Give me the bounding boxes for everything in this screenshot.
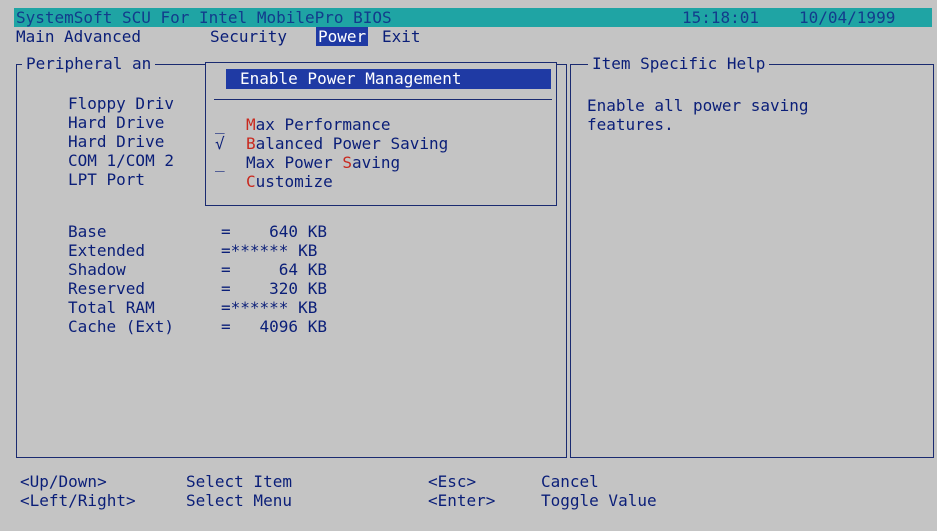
footer-action-toggle-value: Toggle Value	[541, 491, 657, 510]
memory-cache-label: Cache (Ext)	[68, 317, 174, 336]
footer-key-leftright: <Left/Right>	[20, 491, 136, 510]
clock-time: 15:18:01	[682, 8, 760, 27]
footer-key-updown: <Up/Down>	[20, 472, 107, 491]
enable-power-management-label: Enable Power Management	[240, 69, 462, 88]
help-text: Enable all power saving features.	[587, 96, 809, 134]
bios-product-title: SystemSoft SCU For Intel MobilePro BIOS	[16, 8, 392, 27]
menu-exit[interactable]: Exit	[382, 27, 421, 46]
memory-reserved-label: Reserved	[68, 279, 146, 298]
menu-advanced[interactable]: Advanced	[64, 27, 141, 46]
footer-action-select-menu: Select Menu	[186, 491, 292, 510]
clock-date: 10/04/1999	[799, 8, 896, 27]
option-max-power-saving-rest: aving	[351, 153, 401, 172]
option-max-performance-rest: ax Performance	[255, 115, 391, 134]
memory-total-label: Total RAM	[68, 298, 155, 317]
enable-power-management-option[interactable]: Enable Power Management	[226, 69, 551, 89]
peripheral-floppy[interactable]: Floppy Driv	[68, 94, 174, 113]
memory-total-value: =****** KB	[221, 298, 318, 317]
option-marker-balanced: √	[215, 134, 225, 153]
hotkey-c: C	[246, 172, 256, 191]
hotkey-b: B	[246, 134, 256, 153]
peripheral-hard-drive-1[interactable]: Hard Drive	[68, 113, 164, 132]
memory-shadow-value: = 64 KB	[221, 260, 327, 279]
option-max-performance[interactable]: Max Performance	[246, 115, 391, 134]
memory-extended-value: =****** KB	[221, 241, 318, 260]
option-balanced-rest: alanced Power Saving	[255, 134, 449, 153]
option-customize-rest: ustomize	[255, 172, 333, 191]
option-marker-max-performance: _	[215, 115, 225, 134]
memory-extended-label: Extended	[68, 241, 146, 260]
peripheral-panel-title: Peripheral an	[22, 54, 156, 73]
memory-base-value: = 640 KB	[221, 222, 327, 241]
footer-action-select-item: Select Item	[186, 472, 292, 491]
footer-key-enter: <Enter>	[428, 491, 496, 510]
help-panel-title: Item Specific Help	[588, 54, 770, 73]
option-max-power-saving-start: Max Power	[246, 153, 343, 172]
peripheral-hard-drive-2[interactable]: Hard Drive	[68, 132, 164, 151]
menu-security[interactable]: Security	[210, 27, 287, 46]
option-marker-max-power-saving: _	[215, 153, 225, 172]
popup-separator	[214, 99, 552, 100]
footer-action-cancel: Cancel	[541, 472, 599, 491]
footer-key-esc: <Esc>	[428, 472, 477, 491]
menu-main[interactable]: Main	[16, 27, 55, 46]
memory-shadow-label: Shadow	[68, 260, 126, 279]
option-customize[interactable]: Customize	[246, 172, 333, 191]
peripheral-lpt[interactable]: LPT Port	[68, 170, 145, 189]
menu-power[interactable]: Power	[316, 27, 369, 46]
memory-reserved-value: = 320 KB	[221, 279, 327, 298]
option-balanced-power-saving[interactable]: Balanced Power Saving	[246, 134, 448, 153]
title-bar: SystemSoft SCU For Intel MobilePro BIOS …	[14, 8, 932, 27]
hotkey-s: S	[342, 153, 352, 172]
hotkey-m: M	[246, 115, 256, 134]
option-max-power-saving[interactable]: Max Power Saving	[246, 153, 400, 172]
memory-cache-value: = 4096 KB	[221, 317, 327, 336]
memory-base-label: Base	[68, 222, 107, 241]
peripheral-com[interactable]: COM 1/COM 2	[68, 151, 174, 170]
power-management-popup: √ Enable Power Management _ Max Performa…	[205, 62, 557, 206]
